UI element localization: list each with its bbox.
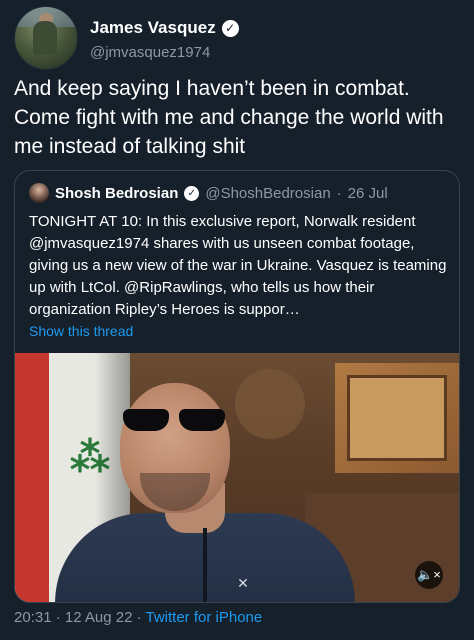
flag-red-stripe [15,353,49,602]
verified-badge-icon: ✓ [221,19,239,37]
quoted-verified-badge-icon: ✓ [184,185,200,201]
quoted-author-handle[interactable]: @ShoshBedrosian [205,185,330,202]
mute-icon[interactable]: 🔈× [415,561,443,589]
jacket-zipper [203,528,207,602]
tweet-text: And keep saying I haven’t been in combat… [14,77,444,158]
quoted-tweet-header: Shosh Bedrosian ✓ @ShoshBedrosian · 26 J… [29,183,388,203]
quoted-author-name[interactable]: Shosh Bedrosian [55,185,178,202]
avatar-figure [33,21,57,55]
quoted-author-avatar[interactable] [29,183,49,203]
brand-logo-icon: ✕ [237,575,249,591]
quoted-tweet-card[interactable]: Shosh Bedrosian ✓ @ShoshBedrosian · 26 J… [14,170,460,603]
author-name-row[interactable]: James Vasquez ✓ [90,18,239,38]
author-handle[interactable]: @jmvasquez1974 [90,44,210,61]
quoted-tweet-text: TONIGHT AT 10: In this exclusive report,… [29,213,447,318]
author-avatar[interactable] [14,6,78,70]
separator-dot: · [336,184,342,202]
quoted-date[interactable]: 26 Jul [348,185,388,202]
sunglasses-icon [123,409,228,433]
tweet-source-link[interactable]: Twitter for iPhone [146,609,263,626]
tweet-footer: 20:31 · 12 Aug 22 · Twitter for iPhone [14,609,262,626]
tweet-timestamp[interactable]: 20:31 · 12 Aug 22 · [14,609,146,626]
quoted-tweet-video[interactable]: ⁂ ✕ 🔈× [15,353,459,602]
tweet-header: James Vasquez ✓ @jmvasquez1974 [14,6,460,70]
author-name[interactable]: James Vasquez [90,18,216,38]
wall-art [335,363,459,473]
show-thread-link[interactable]: Show this thread [29,323,133,339]
wall-decoration [235,369,305,439]
